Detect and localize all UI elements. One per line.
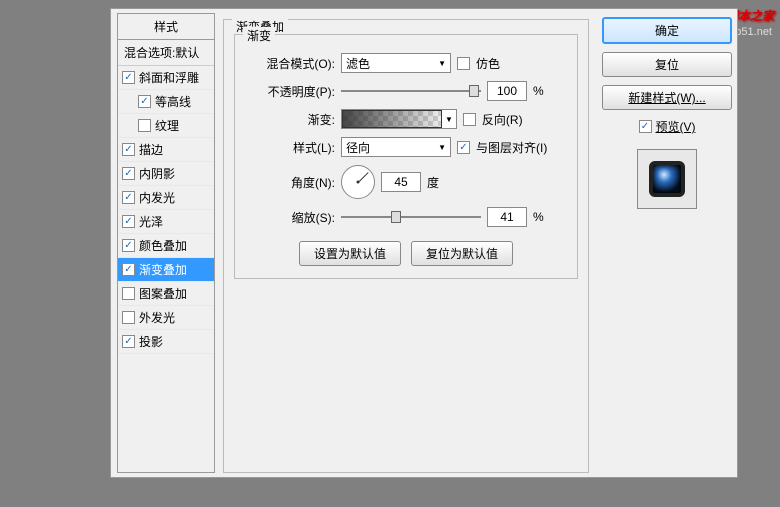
style-item-4[interactable]: 内阴影 <box>118 162 214 186</box>
scale-label: 缩放(S): <box>247 209 335 226</box>
style-checkbox[interactable] <box>122 215 135 228</box>
style-item-label: 描边 <box>139 141 163 158</box>
opacity-slider[interactable] <box>341 82 481 100</box>
style-dropdown[interactable]: 径向 ▼ <box>341 137 451 157</box>
style-item-10[interactable]: 外发光 <box>118 306 214 330</box>
style-item-label: 内发光 <box>139 189 175 206</box>
style-checkbox[interactable] <box>122 191 135 204</box>
preview-thumbnail <box>637 149 697 209</box>
dialog-buttons-panel: 确定 复位 新建样式(W)... 预览(V) <box>597 9 737 477</box>
layer-style-dialog: 样式 混合选项:默认 斜面和浮雕等高线纹理描边内阴影内发光光泽颜色叠加渐变叠加图… <box>110 8 738 478</box>
make-default-button[interactable]: 设置为默认值 <box>299 241 401 266</box>
style-checkbox[interactable] <box>122 335 135 348</box>
style-checkbox[interactable] <box>122 311 135 324</box>
dither-label: 仿色 <box>476 55 500 72</box>
style-item-5[interactable]: 内发光 <box>118 186 214 210</box>
ok-button[interactable]: 确定 <box>602 17 732 44</box>
style-item-label: 纹理 <box>155 117 179 134</box>
scale-slider[interactable] <box>341 208 481 226</box>
lens-icon <box>649 161 685 197</box>
style-checkbox[interactable] <box>138 95 151 108</box>
chevron-down-icon: ▼ <box>438 143 446 152</box>
style-item-label: 光泽 <box>139 213 163 230</box>
style-item-6[interactable]: 光泽 <box>118 210 214 234</box>
blend-mode-label: 混合模式(O): <box>247 55 335 72</box>
preview-label: 预览(V) <box>656 118 696 135</box>
style-item-label: 图案叠加 <box>139 285 187 302</box>
style-item-1[interactable]: 等高线 <box>118 90 214 114</box>
reverse-label: 反向(R) <box>482 111 523 128</box>
gradient-picker[interactable]: ▼ <box>341 109 457 129</box>
chevron-down-icon: ▼ <box>442 115 456 124</box>
angle-input[interactable] <box>381 172 421 192</box>
angle-dial[interactable] <box>341 165 375 199</box>
reset-button[interactable]: 复位 <box>602 52 732 77</box>
new-style-button[interactable]: 新建样式(W)... <box>602 85 732 110</box>
style-checkbox[interactable] <box>122 71 135 84</box>
gradient-label: 渐变: <box>247 111 335 128</box>
dither-checkbox[interactable] <box>457 57 470 70</box>
blend-options-item[interactable]: 混合选项:默认 <box>118 40 214 66</box>
style-item-0[interactable]: 斜面和浮雕 <box>118 66 214 90</box>
angle-unit: 度 <box>427 174 439 191</box>
style-item-label: 等高线 <box>155 93 191 110</box>
reverse-checkbox[interactable] <box>463 113 476 126</box>
style-item-label: 投影 <box>139 333 163 350</box>
align-label: 与图层对齐(I) <box>476 139 547 156</box>
styles-header: 样式 <box>118 14 214 40</box>
style-item-label: 颜色叠加 <box>139 237 187 254</box>
style-item-3[interactable]: 描边 <box>118 138 214 162</box>
style-item-label: 内阴影 <box>139 165 175 182</box>
opacity-label: 不透明度(P): <box>247 83 335 100</box>
percent-unit: % <box>533 84 544 98</box>
style-checkbox[interactable] <box>122 143 135 156</box>
preview-checkbox[interactable] <box>639 120 652 133</box>
style-checkbox[interactable] <box>122 287 135 300</box>
style-item-8[interactable]: 渐变叠加 <box>118 258 214 282</box>
style-item-11[interactable]: 投影 <box>118 330 214 354</box>
scale-input[interactable] <box>487 207 527 227</box>
angle-label: 角度(N): <box>247 174 335 191</box>
style-item-label: 外发光 <box>139 309 175 326</box>
fieldset-title-gradient: 渐变 <box>243 27 275 44</box>
reset-default-button[interactable]: 复位为默认值 <box>411 241 513 266</box>
style-label: 样式(L): <box>247 139 335 156</box>
opacity-input[interactable] <box>487 81 527 101</box>
percent-unit: % <box>533 210 544 224</box>
style-item-7[interactable]: 颜色叠加 <box>118 234 214 258</box>
align-checkbox[interactable] <box>457 141 470 154</box>
style-checkbox[interactable] <box>138 119 151 132</box>
chevron-down-icon: ▼ <box>438 59 446 68</box>
style-checkbox[interactable] <box>122 239 135 252</box>
effect-settings-panel: 渐变叠加 渐变 混合模式(O): 滤色 ▼ 仿色 不透明度(P): <box>215 9 597 477</box>
style-checkbox[interactable] <box>122 167 135 180</box>
style-item-2[interactable]: 纹理 <box>118 114 214 138</box>
style-item-label: 斜面和浮雕 <box>139 69 199 86</box>
style-checkbox[interactable] <box>122 263 135 276</box>
blend-mode-dropdown[interactable]: 滤色 ▼ <box>341 53 451 73</box>
style-item-9[interactable]: 图案叠加 <box>118 282 214 306</box>
style-item-label: 渐变叠加 <box>139 261 187 278</box>
styles-list-panel: 样式 混合选项:默认 斜面和浮雕等高线纹理描边内阴影内发光光泽颜色叠加渐变叠加图… <box>117 13 215 473</box>
